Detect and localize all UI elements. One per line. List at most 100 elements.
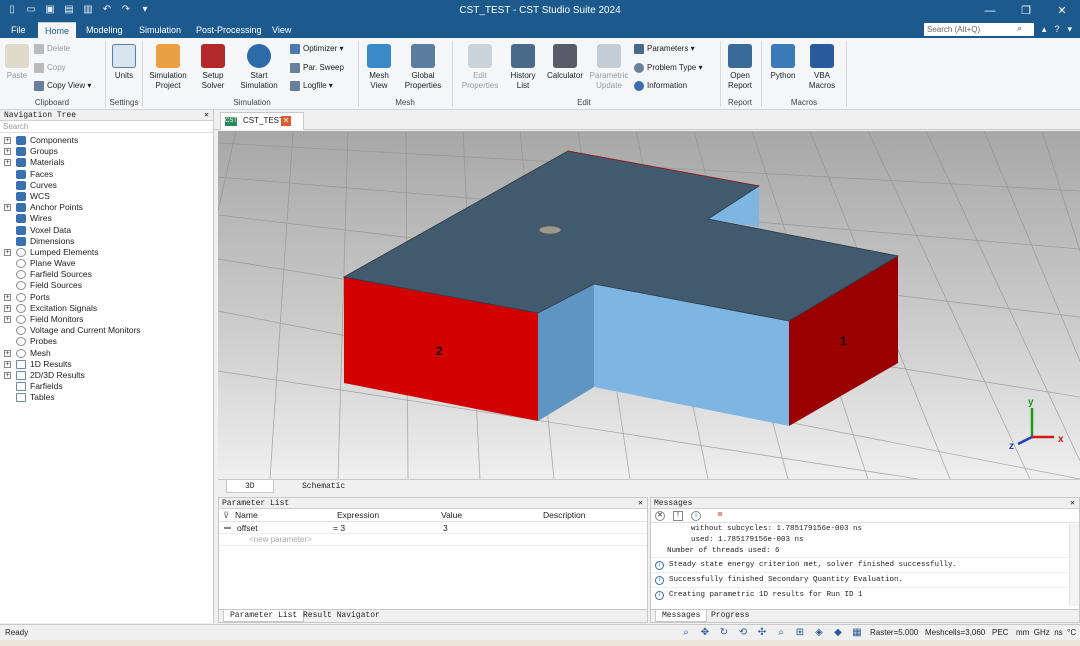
tab-result-navigator[interactable]: Result Navigator bbox=[297, 610, 386, 622]
logfile-button[interactable]: Logfile ▾ bbox=[290, 80, 333, 92]
tab-view[interactable]: View bbox=[265, 22, 298, 38]
raster-icon[interactable]: ▦ bbox=[851, 627, 863, 638]
zoom-fit-icon[interactable]: ⌕ bbox=[775, 627, 787, 638]
zoom-area-icon[interactable]: ⊞ bbox=[794, 627, 806, 638]
expand-icon[interactable]: + bbox=[4, 293, 11, 301]
setup-solver-button[interactable]: Setup Solver bbox=[196, 44, 230, 91]
open-report-button[interactable]: Open Report bbox=[724, 44, 756, 91]
tree-item[interactable]: Wires bbox=[0, 213, 213, 224]
tree-item[interactable]: Plane Wave bbox=[0, 258, 213, 269]
tree-item[interactable]: Farfields bbox=[0, 381, 213, 392]
warning-filter-icon[interactable]: ! bbox=[673, 511, 683, 521]
tree-item[interactable]: WCS bbox=[0, 191, 213, 202]
param-name[interactable]: offset bbox=[237, 522, 258, 534]
column-name[interactable]: Name bbox=[235, 509, 258, 522]
search-icon[interactable]: ⌕ bbox=[1017, 23, 1022, 34]
rotate-icon[interactable]: ↻ bbox=[718, 627, 730, 638]
copy-button[interactable]: Copy bbox=[34, 62, 66, 74]
tab-parameter-list[interactable]: Parameter List bbox=[223, 610, 305, 622]
tree-item[interactable]: Dimensions bbox=[0, 236, 213, 247]
tree-item[interactable]: +1D Results bbox=[0, 359, 213, 370]
tree-item[interactable]: Tables bbox=[0, 392, 213, 403]
tree-item[interactable]: + Field Monitors bbox=[0, 314, 213, 325]
tree-search-input[interactable]: Search bbox=[0, 121, 213, 133]
new-parameter-placeholder[interactable]: <new parameter> bbox=[249, 534, 312, 546]
expand-icon[interactable]: + bbox=[4, 371, 11, 379]
filter-icon[interactable]: ⊽ bbox=[223, 509, 229, 522]
messages-scrollbar[interactable] bbox=[1069, 524, 1079, 606]
tab-file[interactable]: File bbox=[4, 22, 33, 38]
3d-viewport[interactable]: 2 1 y x z bbox=[218, 131, 1080, 479]
optimizer-button[interactable]: Optimizer ▾ bbox=[290, 43, 343, 55]
column-description[interactable]: Description bbox=[543, 509, 586, 522]
clear-messages-icon[interactable]: ≣ bbox=[715, 511, 725, 521]
history-list-button[interactable]: History List bbox=[507, 44, 539, 91]
tab-simulation[interactable]: Simulation bbox=[132, 22, 188, 38]
parameters-button[interactable]: Parameters ▾ bbox=[634, 43, 695, 55]
expand-icon[interactable]: + bbox=[4, 248, 11, 256]
help-icon[interactable]: ? bbox=[1054, 24, 1059, 35]
zoom-icon[interactable]: ⌕ bbox=[680, 627, 692, 638]
tree-item[interactable]: Farfield Sources bbox=[0, 269, 213, 280]
tree-item[interactable]: + Lumped Elements bbox=[0, 247, 213, 258]
pan-icon[interactable]: ✥ bbox=[699, 627, 711, 638]
expand-icon[interactable]: + bbox=[4, 349, 11, 357]
par-sweep-button[interactable]: Par. Sweep bbox=[290, 62, 344, 74]
column-expression[interactable]: Expression bbox=[337, 509, 379, 522]
tab-modeling[interactable]: Modeling bbox=[79, 22, 130, 38]
expand-icon[interactable]: + bbox=[4, 137, 11, 144]
expand-icon[interactable]: + bbox=[4, 316, 11, 323]
close-icon[interactable]: ✕ bbox=[204, 110, 209, 121]
expand-icon[interactable]: + bbox=[4, 360, 11, 368]
tree-item[interactable]: + Groups bbox=[0, 146, 213, 157]
move-icon[interactable]: ✣ bbox=[756, 627, 768, 638]
solid-view-icon[interactable]: ◆ bbox=[832, 627, 844, 638]
expand-icon[interactable]: + bbox=[4, 204, 11, 212]
rotate-view-icon[interactable]: ⟲ bbox=[737, 627, 749, 638]
tree-item[interactable]: + Excitation Signals bbox=[0, 303, 213, 314]
calculator-button[interactable]: Calculator bbox=[544, 44, 586, 81]
tab-3d[interactable]: 3D bbox=[226, 480, 274, 493]
error-filter-icon[interactable]: ✕ bbox=[655, 511, 665, 521]
tree-item[interactable]: + Mesh bbox=[0, 348, 213, 359]
paste-button[interactable]: Paste bbox=[4, 44, 30, 81]
tab-post-processing[interactable]: Post-Processing bbox=[189, 22, 269, 38]
start-simulation-button[interactable]: Start Simulation bbox=[238, 44, 280, 91]
tree-item[interactable]: Curves bbox=[0, 180, 213, 191]
close-icon[interactable]: ✕ bbox=[1070, 498, 1075, 509]
close-tab-icon[interactable]: ✕ bbox=[281, 116, 291, 126]
problem-type-button[interactable]: Problem Type ▾ bbox=[634, 62, 702, 74]
python-button[interactable]: Python bbox=[766, 44, 800, 81]
tree-item[interactable]: Field Sources bbox=[0, 280, 213, 291]
tab-messages[interactable]: Messages bbox=[655, 610, 708, 622]
tree-item[interactable]: + Components bbox=[0, 135, 213, 146]
tree-item[interactable]: + Anchor Points bbox=[0, 202, 213, 213]
mesh-view-button[interactable]: Mesh View bbox=[364, 44, 394, 91]
delete-button[interactable]: Delete bbox=[34, 43, 70, 55]
tree-item[interactable]: + Ports bbox=[0, 292, 213, 303]
new-parameter-row[interactable]: <new parameter> bbox=[219, 534, 647, 546]
close-icon[interactable]: ✕ bbox=[1044, 0, 1080, 22]
column-value[interactable]: Value bbox=[441, 509, 462, 522]
expand-icon[interactable]: + bbox=[4, 159, 11, 167]
view-icon[interactable]: ◈ bbox=[813, 627, 825, 638]
tree-item[interactable]: Faces bbox=[0, 169, 213, 180]
minimize-icon[interactable]: — bbox=[972, 0, 1008, 22]
info-filter-icon[interactable]: i bbox=[691, 511, 701, 521]
simulation-project-button[interactable]: Simulation Project bbox=[146, 44, 190, 91]
close-icon[interactable]: ✕ bbox=[638, 498, 643, 509]
global-properties-button[interactable]: Global Properties bbox=[399, 44, 447, 91]
tree-item[interactable]: Voltage and Current Monitors bbox=[0, 325, 213, 336]
tree-item[interactable]: Voxel Data bbox=[0, 225, 213, 236]
document-tab[interactable]: CST CST_TEST ✕ bbox=[220, 112, 304, 130]
vba-macros-button[interactable]: VBA Macros bbox=[803, 44, 841, 91]
tree-item[interactable]: + Materials bbox=[0, 157, 213, 168]
copy-view-button[interactable]: Copy View ▾ bbox=[34, 80, 91, 92]
expand-icon[interactable]: + bbox=[4, 148, 11, 156]
tab-home[interactable]: Home bbox=[38, 22, 77, 38]
parameter-row[interactable]: ▬ offset = 3 3 bbox=[219, 522, 647, 534]
parametric-update-button[interactable]: Parametric Update bbox=[587, 44, 631, 91]
information-button[interactable]: Information bbox=[634, 80, 687, 92]
tree-item[interactable]: Probes bbox=[0, 336, 213, 347]
collapse-ribbon-icon[interactable]: ▴ bbox=[1042, 24, 1047, 35]
